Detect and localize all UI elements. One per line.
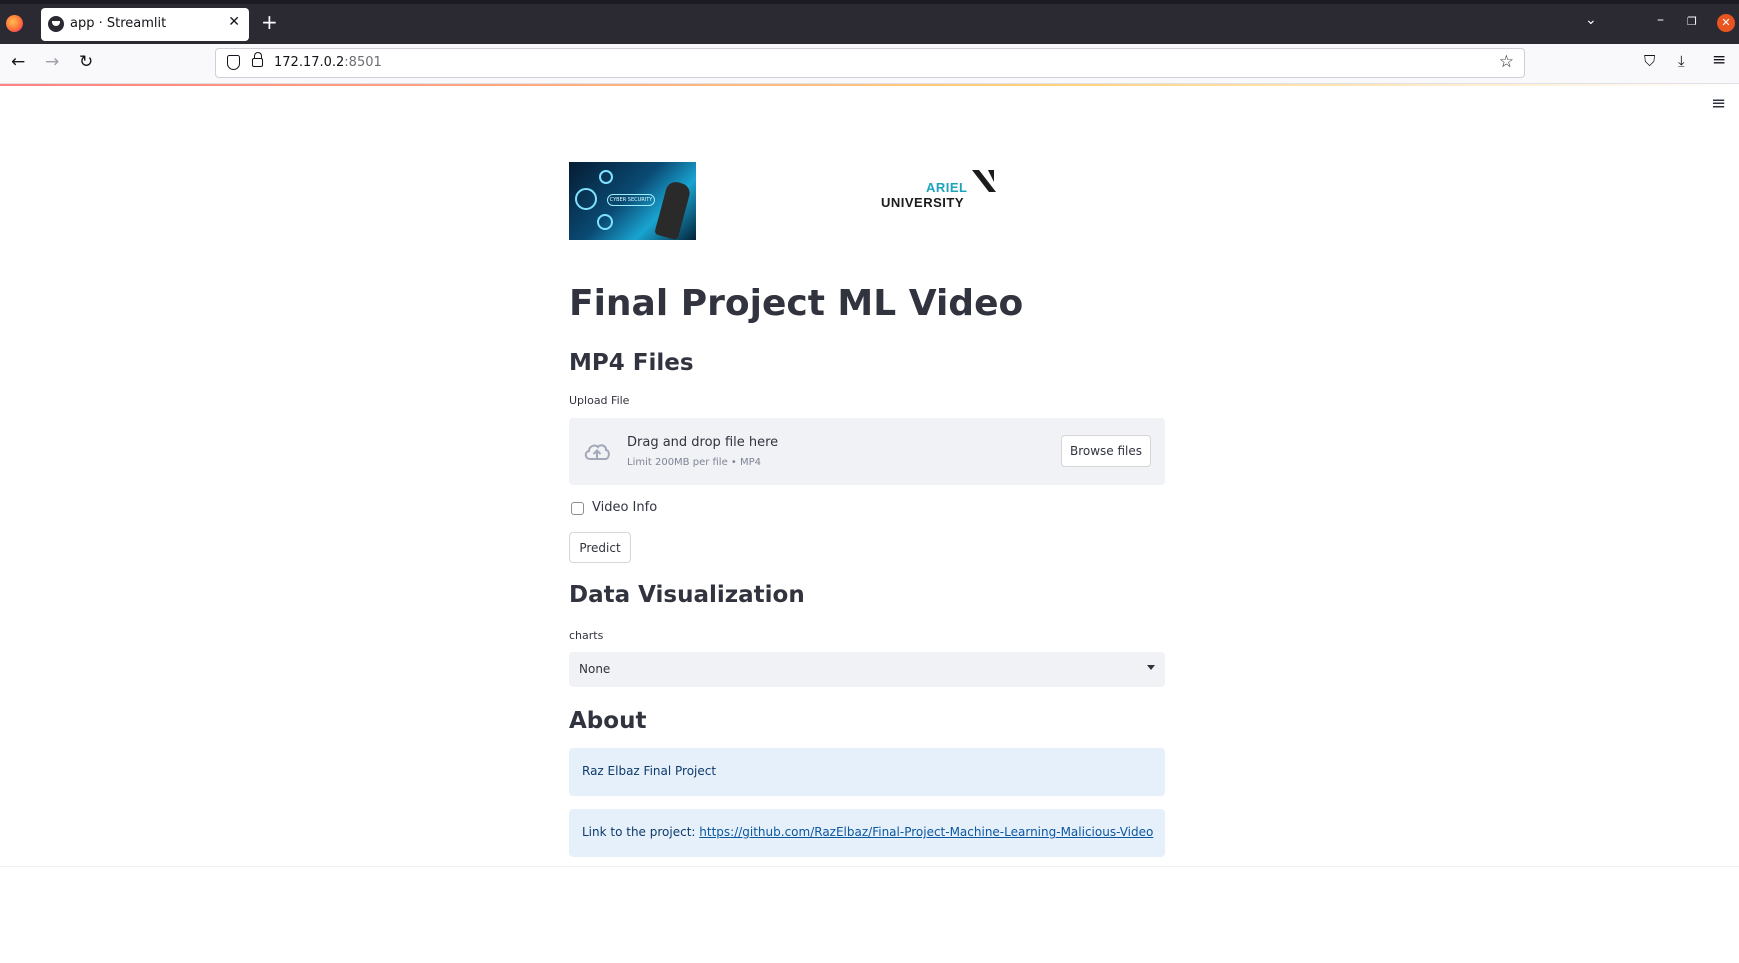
cloud-upload-icon — [584, 444, 610, 460]
cyber-security-image: CYBER SECURITY — [569, 162, 696, 240]
project-link-text: Link to the project: https://github.com/… — [582, 825, 1153, 839]
downloads-icon[interactable]: ⤓ — [1678, 52, 1685, 70]
tab-list-icon[interactable]: ⌄ — [1585, 12, 1597, 28]
browser-nav-bar: ← → ↻ 172.17.0.2:8501 ☆ ⛉ ⤓ ≡ — [0, 44, 1739, 84]
top-edge — [0, 0, 1739, 4]
back-icon[interactable]: ← — [11, 52, 25, 72]
dropzone-limit: Limit 200MB per file • MP4 — [627, 457, 762, 468]
reload-icon[interactable]: ↻ — [79, 52, 93, 72]
charts-label: charts — [569, 629, 604, 642]
browser-tab-bar: app · Streamlit ✕ + ⌄ – ❐ ✕ — [0, 0, 1739, 44]
charts-select[interactable]: None — [569, 652, 1165, 687]
data-visualization-header: Data Visualization — [569, 582, 805, 608]
dropzone-title: Drag and drop file here — [627, 435, 779, 450]
window-close-icon[interactable]: ✕ — [1717, 14, 1735, 32]
file-dropzone[interactable]: Drag and drop file here Limit 200MB per … — [569, 418, 1165, 485]
bookmark-star-icon[interactable]: ☆ — [1499, 52, 1514, 72]
project-link[interactable]: https://github.com/RazElbaz/Final-Projec… — [699, 825, 1153, 839]
hand-figure — [654, 179, 692, 240]
streamlit-decoration-bar — [0, 84, 1739, 86]
tab-title: app · Streamlit — [70, 16, 167, 31]
link-prefix: Link to the project: — [582, 825, 700, 839]
ariel-mark-icon — [972, 170, 996, 192]
tab-close-icon[interactable]: ✕ — [228, 14, 240, 30]
app-menu-icon[interactable]: ≡ — [1711, 93, 1726, 114]
cyber-security-label: CYBER SECURITY — [607, 194, 655, 206]
new-tab-icon[interactable]: + — [261, 10, 278, 34]
browser-menu-icon[interactable]: ≡ — [1712, 50, 1726, 70]
charts-select-value: None — [579, 662, 611, 676]
url-text[interactable]: 172.17.0.2:8501 — [274, 55, 382, 70]
ariel-wordmark: ARIEL — [926, 180, 968, 195]
about-header: About — [569, 708, 647, 734]
browse-files-button[interactable]: Browse files — [1061, 435, 1151, 467]
video-info-checkbox[interactable] — [571, 502, 584, 515]
key-circle-icon — [597, 214, 613, 230]
maximize-icon[interactable]: ❐ — [1687, 15, 1697, 28]
university-wordmark: UNIVERSITY — [881, 195, 965, 210]
lock-circle-icon — [575, 188, 597, 210]
url-port: :8501 — [344, 55, 382, 70]
upload-file-label: Upload File — [569, 394, 630, 407]
video-info-label[interactable]: Video Info — [592, 500, 657, 515]
firefox-icon[interactable] — [6, 15, 23, 32]
tracking-shield-icon[interactable] — [227, 55, 240, 70]
project-link-box: Link to the project: https://github.com/… — [569, 809, 1165, 857]
predict-button[interactable]: Predict — [569, 532, 631, 563]
about-text: Raz Elbaz Final Project — [582, 764, 717, 778]
page-title: Final Project ML Video — [569, 283, 1024, 324]
forward-icon[interactable]: → — [45, 52, 59, 72]
circle-icon — [599, 170, 613, 184]
chevron-down-icon — [1147, 665, 1155, 670]
about-info-box: Raz Elbaz Final Project — [569, 748, 1165, 796]
streamlit-favicon-icon — [48, 16, 64, 32]
url-bar[interactable]: 172.17.0.2:8501 ☆ — [215, 48, 1525, 78]
url-host: 172.17.0.2 — [274, 55, 345, 70]
mp4-files-header: MP4 Files — [569, 350, 694, 376]
browser-tab-active[interactable]: app · Streamlit ✕ — [41, 8, 249, 41]
page-bottom-divider — [0, 866, 1739, 867]
lock-icon[interactable] — [252, 52, 263, 67]
ariel-university-logo: ARIEL UNIVERSITY — [881, 168, 1001, 218]
pocket-icon[interactable]: ⛉ — [1644, 52, 1655, 70]
minimize-icon[interactable]: – — [1657, 12, 1664, 28]
